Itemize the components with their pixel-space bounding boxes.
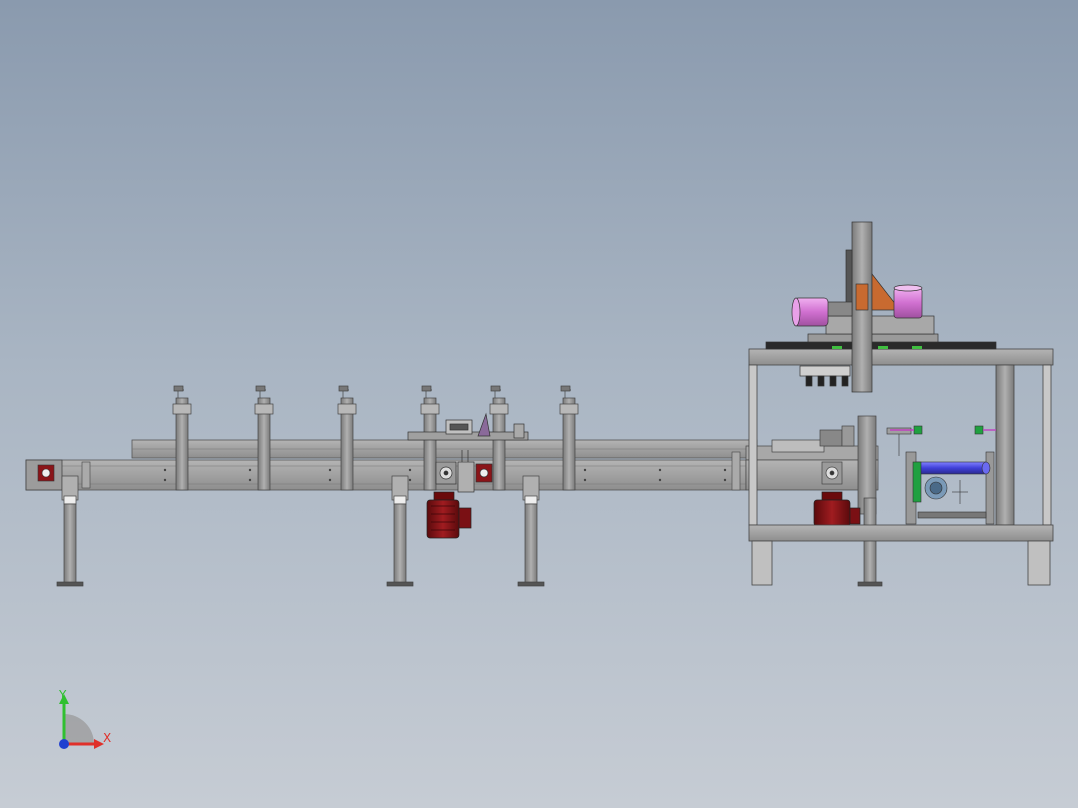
- conveyor-drive-motor[interactable]: [426, 491, 472, 539]
- guide-post[interactable]: [172, 385, 192, 491]
- guide-post[interactable]: [337, 385, 357, 491]
- long-conveyor[interactable]: [25, 439, 758, 491]
- transfer-conveyor[interactable]: [745, 415, 879, 515]
- frame-post-inner: [995, 364, 1015, 526]
- top-frame-beam: [748, 348, 1054, 366]
- coordinate-triad-icon: [59, 694, 104, 749]
- transfer-drive-motor[interactable]: [813, 491, 861, 527]
- guide-post[interactable]: [559, 385, 579, 491]
- bottom-frame-beam: [748, 524, 1054, 542]
- conveyor-assembly-drawing[interactable]: [0, 0, 1078, 808]
- support-leg: [517, 475, 545, 587]
- frame-post-right: [1042, 364, 1052, 526]
- support-leg: [386, 475, 414, 587]
- cad-viewport[interactable]: Y X: [0, 0, 1078, 808]
- support-leg: [56, 475, 84, 587]
- gantry-pick-head[interactable]: [765, 221, 997, 393]
- conveyor-legs: [56, 475, 545, 587]
- suction-cups: [805, 375, 849, 387]
- main-conveyor-beam: [25, 459, 747, 491]
- triad-x-label: X: [103, 731, 112, 745]
- pneumatic-cylinder-right: [893, 287, 923, 319]
- sensor-icon: [912, 461, 922, 503]
- triad-y-label: Y: [59, 688, 67, 702]
- orange-bracket: [855, 283, 869, 311]
- blue-pipe: [915, 461, 987, 475]
- clamping-unit[interactable]: [886, 425, 996, 525]
- guide-post[interactable]: [254, 385, 274, 491]
- frame-post-left: [748, 364, 758, 526]
